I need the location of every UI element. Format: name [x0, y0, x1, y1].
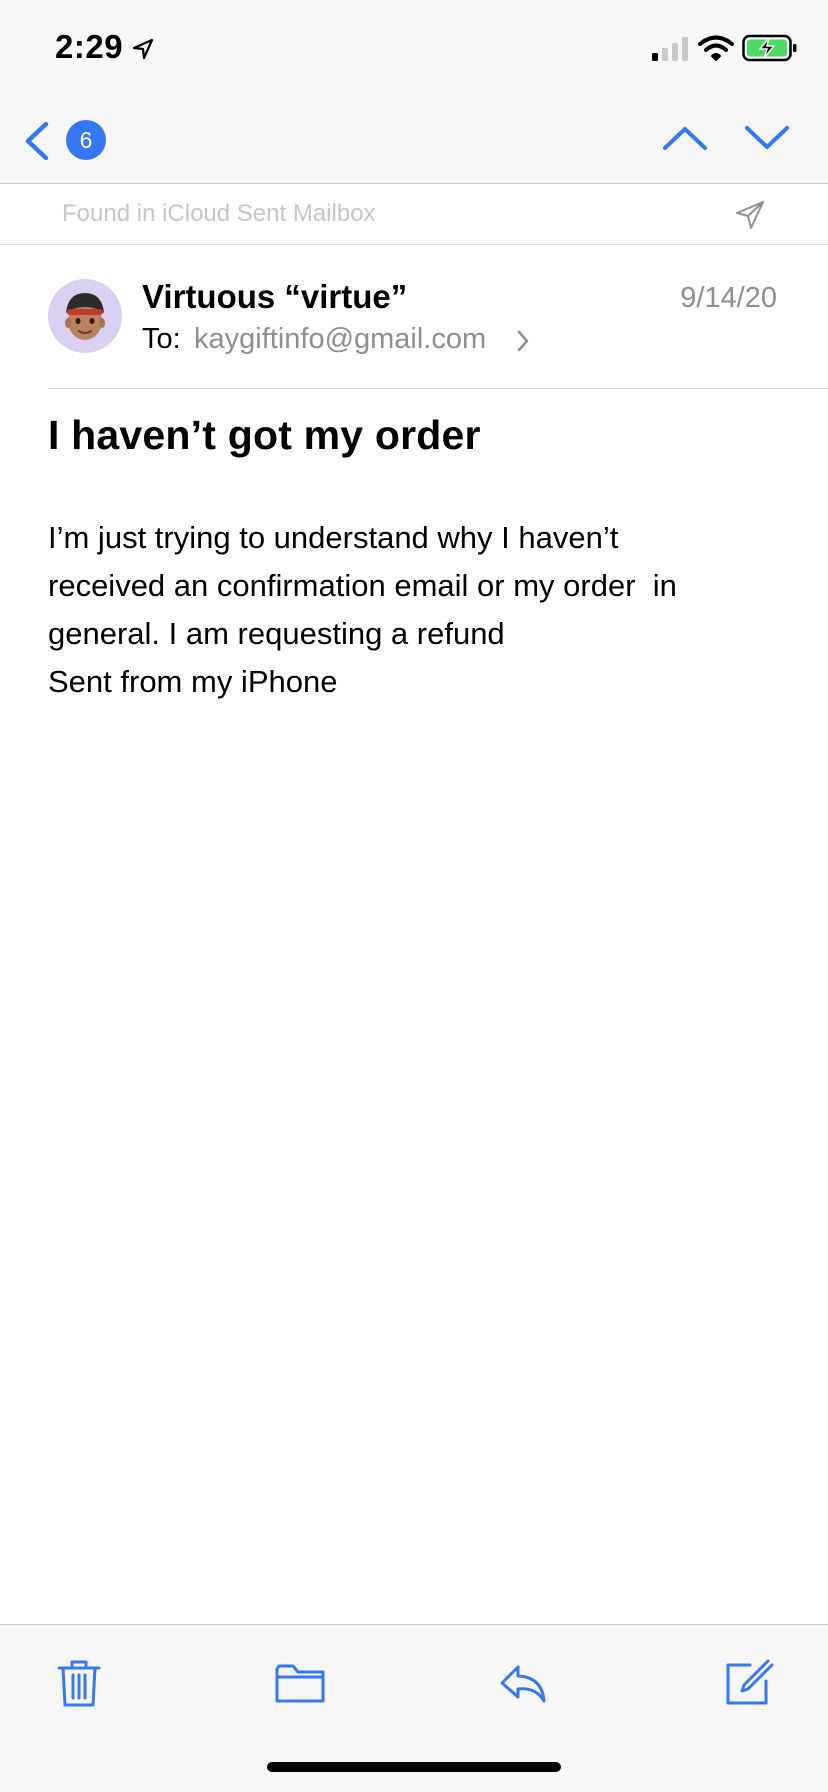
unread-count-badge: 6: [66, 120, 106, 160]
found-in-text: Found in iCloud Sent Mailbox: [62, 200, 376, 227]
next-message-button[interactable]: [742, 122, 792, 154]
chevron-right-icon[interactable]: [516, 329, 530, 353]
chevron-down-icon: [745, 126, 789, 149]
top-chrome: 2:29 6: [0, 0, 828, 184]
to-label: To:: [142, 323, 181, 355]
sender-name[interactable]: Virtuous “virtue”: [142, 278, 407, 316]
paper-plane-icon: [736, 201, 764, 229]
mail-message-screen: 2:29 6 Found in iCloud Sent Mailbox Virt…: [0, 0, 828, 1792]
trash-button[interactable]: [53, 1657, 105, 1709]
body-line: general. I am requesting a refund: [48, 616, 505, 651]
battery-charging-icon: [742, 34, 797, 62]
reply-icon: [500, 1665, 546, 1703]
compose-button[interactable]: [722, 1657, 774, 1709]
memoji-icon: [65, 293, 105, 340]
avatar[interactable]: [48, 279, 122, 353]
body-line: I’m just trying to understand why I have…: [48, 520, 619, 555]
trash-icon: [57, 1660, 101, 1707]
cellular-signal-icon: [652, 37, 688, 61]
wifi-icon: [698, 35, 734, 61]
message-date: 9/14/20: [680, 282, 777, 314]
home-indicator[interactable]: [267, 1762, 561, 1772]
status-time: 2:29: [55, 28, 124, 65]
body-line: received an confirmation email or my ord…: [48, 568, 677, 603]
previous-message-button[interactable]: [660, 122, 710, 154]
recipient-address[interactable]: kaygiftinfo@gmail.com: [194, 323, 486, 356]
chevron-up-icon: [663, 127, 707, 150]
reply-button[interactable]: [498, 1657, 550, 1709]
folder-icon: [275, 1664, 325, 1703]
back-button[interactable]: 6: [22, 118, 118, 164]
signature-line: Sent from my iPhone: [48, 664, 338, 699]
compose-icon: [726, 1659, 774, 1705]
message-body: I’m just trying to understand why I have…: [48, 514, 778, 706]
move-to-folder-button[interactable]: [274, 1657, 326, 1709]
location-arrow-icon: [132, 38, 154, 60]
message-subject: I haven’t got my order: [48, 412, 481, 458]
found-in-mailbox-banner: Found in iCloud Sent Mailbox: [0, 185, 828, 245]
header-divider: [48, 388, 828, 389]
chevron-left-icon: [25, 121, 49, 161]
